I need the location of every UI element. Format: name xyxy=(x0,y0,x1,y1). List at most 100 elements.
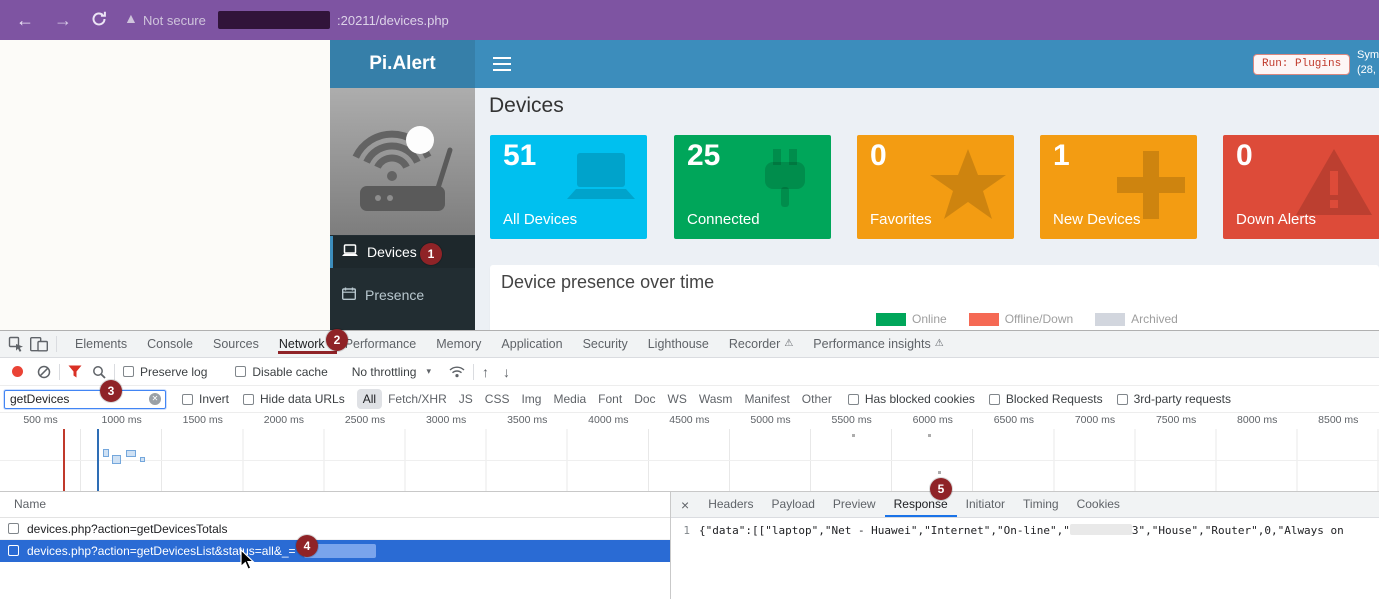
card-favorites[interactable]: 0 Favorites xyxy=(857,135,1014,239)
disable-cache-checkbox[interactable]: Disable cache xyxy=(235,365,327,379)
timeline-label: 4000 ms xyxy=(568,413,649,429)
checkbox[interactable] xyxy=(848,394,859,405)
filter-chip-img[interactable]: Img xyxy=(515,389,547,409)
checkbox[interactable] xyxy=(182,394,193,405)
card-connected[interactable]: 25 Connected xyxy=(674,135,831,239)
network-filter-row: getDevices ✕ Invert Hide data URLs All F… xyxy=(0,386,1379,413)
request-row-selected[interactable]: devices.php?action=getDevicesList&status… xyxy=(0,540,670,562)
checkbox[interactable] xyxy=(243,394,254,405)
blocked-requests-checkbox[interactable]: Blocked Requests xyxy=(989,392,1103,406)
devtools-tab-performance[interactable]: Performance xyxy=(335,331,427,357)
timeline-label: 3000 ms xyxy=(406,413,487,429)
devtools-tab-lighthouse[interactable]: Lighthouse xyxy=(638,331,719,357)
filter-chip-doc[interactable]: Doc xyxy=(628,389,661,409)
clear-icon[interactable] xyxy=(37,365,51,379)
card-new-devices[interactable]: 1 New Devices xyxy=(1040,135,1197,239)
close-icon[interactable]: × xyxy=(671,497,699,513)
invert-checkbox[interactable]: Invert xyxy=(182,392,229,406)
filter-chip-ws[interactable]: WS xyxy=(662,389,693,409)
network-conditions-icon[interactable] xyxy=(449,366,465,378)
request-list-header[interactable]: Name xyxy=(0,492,670,518)
sidebar-item-devices[interactable]: Devices xyxy=(330,236,475,268)
checkbox[interactable] xyxy=(8,523,19,534)
forward-icon[interactable]: → xyxy=(50,8,76,32)
filter-chip-font[interactable]: Font xyxy=(592,389,628,409)
not-secure-label: Not secure xyxy=(143,13,206,28)
devtools-tab-recorder[interactable]: Recorder⚠ xyxy=(719,331,803,357)
experiment-warning-icon: ⚠ xyxy=(935,331,944,357)
import-har-icon[interactable]: ↑ xyxy=(482,364,489,380)
detail-tab-initiator[interactable]: Initiator xyxy=(957,492,1014,517)
clear-filter-icon[interactable]: ✕ xyxy=(149,393,161,405)
has-blocked-cookies-checkbox[interactable]: Has blocked cookies xyxy=(848,392,975,406)
timeline-label: 2000 ms xyxy=(243,413,324,429)
hide-data-urls-checkbox[interactable]: Hide data URLs xyxy=(243,392,345,406)
legend-swatch-online xyxy=(876,313,906,326)
inspect-element-icon[interactable] xyxy=(8,336,24,352)
filter-chip-js[interactable]: JS xyxy=(453,389,479,409)
filter-icon[interactable] xyxy=(68,365,82,378)
run-plugins-button[interactable]: Run: Plugins xyxy=(1253,54,1350,75)
network-timeline[interactable]: 500 ms 1000 ms 1500 ms 2000 ms 2500 ms 3… xyxy=(0,413,1379,492)
activity-dot xyxy=(852,434,855,437)
devtools-tab-memory[interactable]: Memory xyxy=(426,331,491,357)
user-info-line2: (28, xyxy=(1357,63,1379,78)
checkbox[interactable] xyxy=(1117,394,1128,405)
filter-chip-manifest[interactable]: Manifest xyxy=(738,389,795,409)
activity-dot xyxy=(938,471,941,474)
export-har-icon[interactable]: ↓ xyxy=(503,364,510,380)
filter-chip-other[interactable]: Other xyxy=(796,389,838,409)
checkbox[interactable] xyxy=(8,545,19,556)
filter-input[interactable]: getDevices ✕ xyxy=(4,390,166,409)
line-number: 1 xyxy=(671,524,699,537)
timeline-overview[interactable] xyxy=(0,429,1379,491)
device-toolbar-icon[interactable] xyxy=(30,337,48,352)
third-party-requests-checkbox[interactable]: 3rd-party requests xyxy=(1117,392,1231,406)
back-icon[interactable]: ← xyxy=(12,8,38,32)
checkbox[interactable] xyxy=(989,394,1000,405)
devtools-tab-sources[interactable]: Sources xyxy=(203,331,269,357)
legend-online: Online xyxy=(876,312,947,326)
card-down-alerts[interactable]: 0 Down Alerts xyxy=(1223,135,1379,239)
detail-tab-cookies[interactable]: Cookies xyxy=(1068,492,1129,517)
filter-chip-media[interactable]: Media xyxy=(547,389,592,409)
load-event-line xyxy=(63,429,65,491)
preserve-log-checkbox[interactable]: Preserve log xyxy=(123,365,207,379)
checkbox[interactable] xyxy=(235,366,246,377)
legend-archived: Archived xyxy=(1095,312,1178,326)
app-content: Devices 51 All Devices 25 Connected 0 Fa… xyxy=(475,88,1379,330)
request-row[interactable]: devices.php?action=getDevicesTotals xyxy=(0,518,670,540)
detail-tab-headers[interactable]: Headers xyxy=(699,492,762,517)
timeline-label: 3500 ms xyxy=(487,413,568,429)
checkbox[interactable] xyxy=(123,366,134,377)
user-info[interactable]: Sym (28, xyxy=(1357,48,1379,78)
chart-legend: Online Offline/Down Archived xyxy=(876,312,1178,326)
reload-icon[interactable] xyxy=(86,10,112,34)
pialert-logo[interactable]: Pi.Alert xyxy=(330,40,475,88)
filter-chip-wasm[interactable]: Wasm xyxy=(693,389,739,409)
devtools-tab-application[interactable]: Application xyxy=(491,331,572,357)
detail-tab-timing[interactable]: Timing xyxy=(1014,492,1068,517)
record-button[interactable] xyxy=(12,366,23,377)
search-icon[interactable] xyxy=(92,365,106,379)
filter-chip-fetch-xhr[interactable]: Fetch/XHR xyxy=(382,389,453,409)
throttling-dropdown[interactable]: No throttling▾ xyxy=(352,365,431,379)
laptop-icon xyxy=(342,244,358,260)
sidebar-item-presence[interactable]: Presence xyxy=(330,279,475,311)
star-icon xyxy=(926,145,1010,228)
card-value: 51 xyxy=(503,139,536,173)
detail-tab-payload[interactable]: Payload xyxy=(763,492,824,517)
filter-chip-css[interactable]: CSS xyxy=(479,389,516,409)
hamburger-icon[interactable] xyxy=(493,57,511,71)
redacted-host-block xyxy=(218,11,330,29)
timeline-labels: 500 ms 1000 ms 1500 ms 2000 ms 2500 ms 3… xyxy=(0,413,1379,429)
filter-chip-all[interactable]: All xyxy=(357,389,382,409)
divider xyxy=(114,364,115,380)
router-image xyxy=(330,88,475,235)
detail-tab-preview[interactable]: Preview xyxy=(824,492,885,517)
devtools-tab-performance-insights[interactable]: Performance insights⚠ xyxy=(803,331,953,357)
devtools-tab-elements[interactable]: Elements xyxy=(65,331,137,357)
devtools-tab-security[interactable]: Security xyxy=(573,331,638,357)
card-all-devices[interactable]: 51 All Devices xyxy=(490,135,647,239)
devtools-tab-console[interactable]: Console xyxy=(137,331,203,357)
